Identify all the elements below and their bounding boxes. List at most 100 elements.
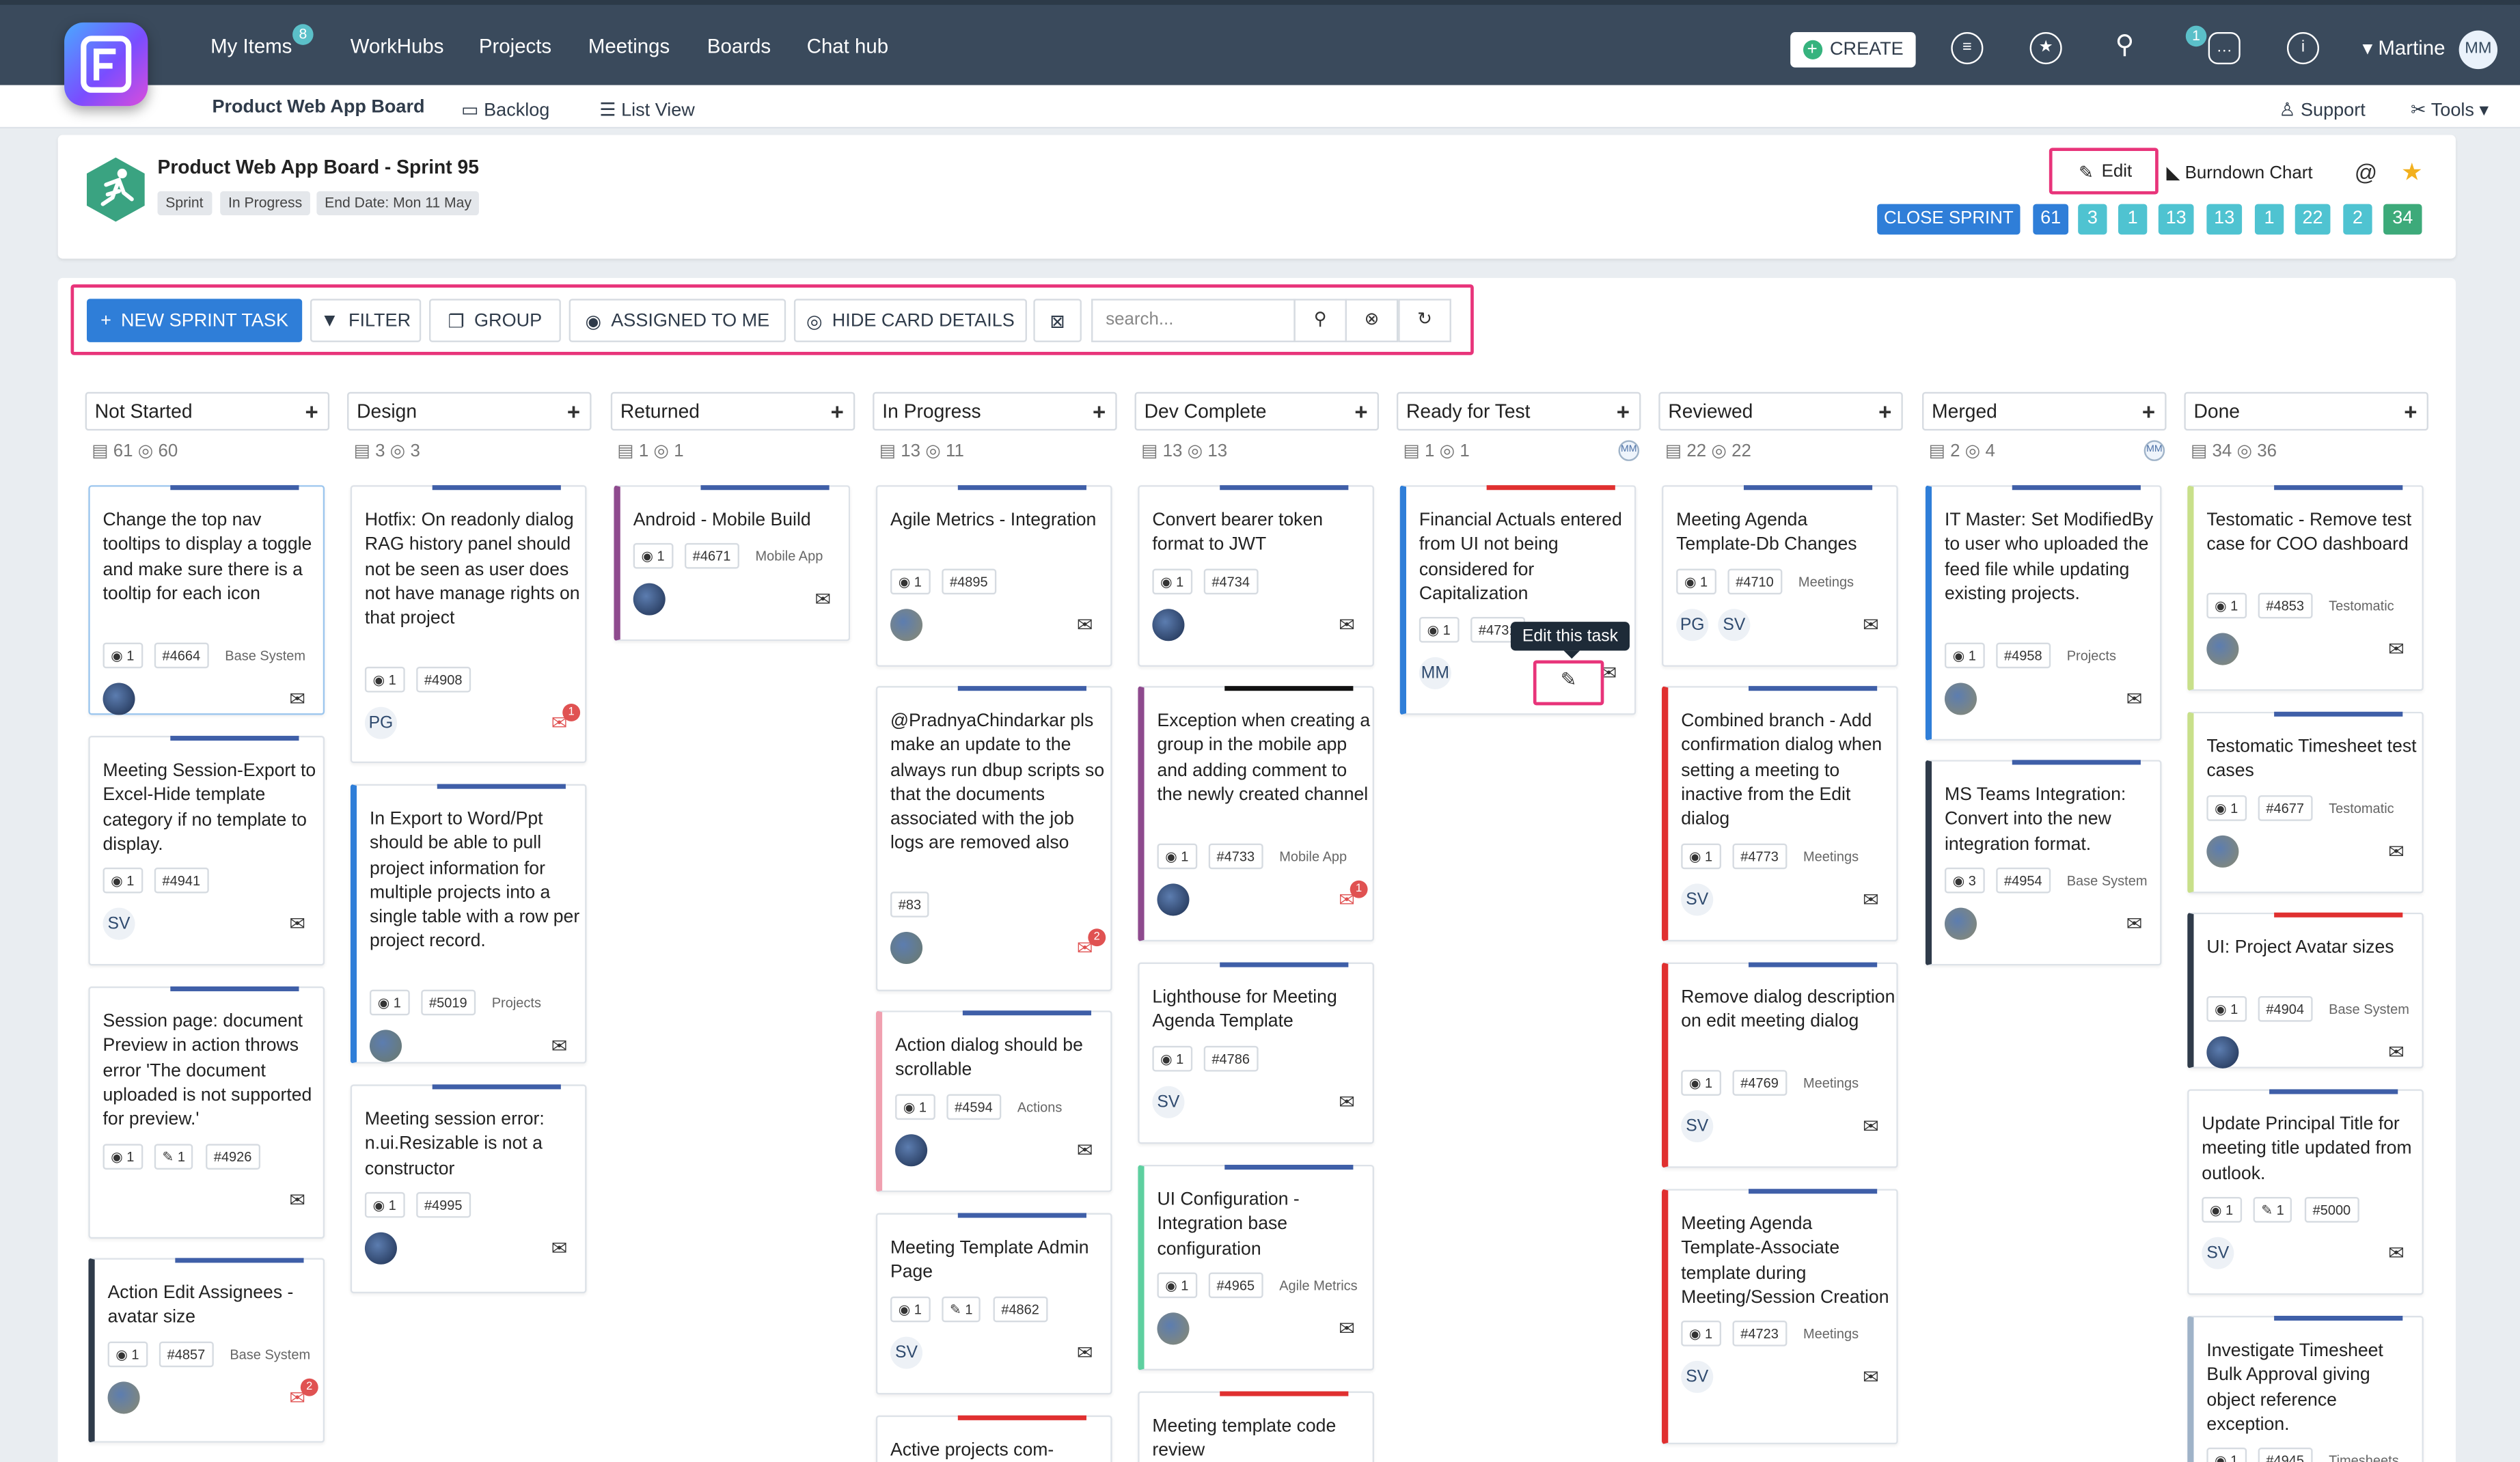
nav-projects[interactable]: Projects: [479, 36, 551, 58]
column-owner-avatar[interactable]: MM: [2144, 440, 2165, 461]
task-id-chip[interactable]: #4773: [1732, 842, 1787, 869]
assignee-avatar[interactable]: [1944, 682, 1977, 715]
card-title[interactable]: MS Teams Integration: Convert into the n…: [1945, 784, 2160, 858]
task-id-chip[interactable]: #4857: [159, 1340, 213, 1367]
assignee-avatar[interactable]: [107, 1381, 140, 1413]
add-task-plus-icon[interactable]: +: [1878, 394, 1891, 429]
card-title[interactable]: Financial Actuals entered from UI not be…: [1419, 509, 1634, 607]
task-card[interactable]: Combined branch - Add confirmation dialo…: [1662, 686, 1898, 942]
assignee-avatar[interactable]: [1944, 907, 1977, 940]
tools-menu[interactable]: ✂ Tools ▾: [2411, 98, 2489, 120]
card-title[interactable]: Remove dialog description on edit meetin…: [1681, 987, 1896, 1036]
status-count-badge[interactable]: 61: [2033, 204, 2069, 235]
task-id-chip[interactable]: #4965: [1208, 1272, 1263, 1298]
task-id-chip[interactable]: #4671: [684, 543, 739, 570]
status-count-badge[interactable]: 1: [2118, 204, 2148, 235]
card-title[interactable]: UI: Project Avatar sizes: [2206, 937, 2422, 961]
task-card[interactable]: Exception when creating a group in the m…: [1138, 686, 1374, 942]
assignee-avatar[interactable]: SV: [1681, 883, 1714, 915]
task-card[interactable]: Android - Mobile Build ◉ 1 #4671 Mobile App…: [614, 485, 851, 642]
create-button[interactable]: + CREATE: [1790, 32, 1916, 68]
card-title[interactable]: Agile Metrics - Integration: [890, 509, 1106, 534]
task-id-chip[interactable]: #5000: [2304, 1196, 2359, 1223]
timesheet-icon[interactable]: ≡: [1951, 32, 1984, 65]
task-id-chip[interactable]: #4786: [1203, 1045, 1258, 1071]
task-id-chip[interactable]: #4995: [416, 1191, 471, 1218]
assignee-avatar[interactable]: SV: [1152, 1085, 1185, 1118]
info-icon[interactable]: i: [2286, 32, 2319, 65]
status-count-badge[interactable]: 1: [2254, 204, 2284, 235]
comments-icon[interactable]: ✉: [284, 1188, 310, 1211]
add-task-plus-icon[interactable]: +: [831, 394, 844, 429]
user-menu[interactable]: ▾ Martine: [2362, 36, 2445, 59]
nav-workhubs[interactable]: WorkHubs: [351, 36, 444, 58]
add-task-plus-icon[interactable]: +: [305, 394, 318, 429]
comments-icon[interactable]: ✉: [1858, 887, 1884, 910]
status-count-badge[interactable]: 13: [2206, 204, 2243, 235]
task-id-chip[interactable]: #4733: [1208, 842, 1263, 869]
task-id-chip[interactable]: #4904: [2258, 995, 2312, 1021]
task-card[interactable]: IT Master: Set ModifiedBy to user who up…: [1925, 485, 2162, 741]
mention-icon[interactable]: @: [2355, 159, 2377, 185]
task-id-chip[interactable]: #4954: [1996, 867, 2051, 894]
card-title[interactable]: Meeting Agenda Template-Db Changes: [1676, 509, 1891, 558]
card-title[interactable]: Action dialog should be scrollable: [895, 1034, 1110, 1084]
card-title[interactable]: @PradnyaChindarkar pls make an update to…: [890, 710, 1106, 857]
nav-my-items[interactable]: My Items: [210, 36, 292, 58]
task-card[interactable]: Agile Metrics - Integration ◉ 1 #4895 ✉: [875, 485, 1112, 667]
card-title[interactable]: Meeting template code review: [1152, 1416, 1367, 1462]
card-title[interactable]: IT Master: Set ModifiedBy to user who up…: [1945, 509, 2160, 607]
task-id-chip[interactable]: #4769: [1732, 1069, 1787, 1096]
comments-icon[interactable]: ✉: [547, 1035, 573, 1058]
assignee-avatar[interactable]: MM: [1419, 657, 1451, 690]
comments-icon[interactable]: ✉: [1858, 1115, 1884, 1137]
task-card[interactable]: UI: Project Avatar sizes ◉ 1 #4904 Base Sys…: [2187, 912, 2424, 1068]
task-card[interactable]: Active projects com-: [875, 1415, 1112, 1462]
assignee-avatar[interactable]: SV: [1718, 608, 1751, 641]
task-card[interactable]: UI Configuration - Integration base conf…: [1138, 1164, 1374, 1370]
task-card[interactable]: Update Principal Title for meeting title…: [2187, 1089, 2424, 1295]
add-task-plus-icon[interactable]: +: [2404, 394, 2417, 429]
task-card[interactable]: Change the top nav tooltips to display a…: [88, 485, 325, 715]
comments-icon[interactable]: ✉: [1072, 1341, 1098, 1364]
comments-icon[interactable]: ✉: [1072, 613, 1098, 635]
card-title[interactable]: Change the top nav tooltips to display a…: [103, 509, 318, 607]
status-count-badge[interactable]: 34: [2383, 204, 2422, 235]
card-title[interactable]: Meeting session error: n.ui.Resizable is…: [365, 1109, 580, 1183]
comments-icon[interactable]: ✉: [1858, 1366, 1884, 1388]
status-count-badge[interactable]: 13: [2158, 204, 2194, 235]
task-card[interactable]: Meeting Agenda Template-Db Changes ◉ 1 #47…: [1662, 485, 1898, 667]
task-id-chip[interactable]: #4958: [1996, 642, 2051, 668]
task-card[interactable]: Testomatic Timesheet test cases ◉ 1 #4677 T…: [2187, 711, 2424, 894]
task-id-chip[interactable]: #4677: [2258, 795, 2312, 820]
card-title[interactable]: Exception when creating a group in the m…: [1157, 710, 1372, 808]
comments-icon[interactable]: ✉: [1334, 1090, 1360, 1113]
burndown-chart-link[interactable]: ◣ Burndown Chart: [2167, 163, 2313, 183]
task-card[interactable]: Investigate Timesheet Bulk Approval givi…: [2187, 1316, 2424, 1462]
user-avatar[interactable]: MM: [2459, 30, 2498, 70]
assignee-avatar[interactable]: [2206, 834, 2239, 867]
task-id-chip[interactable]: #4710: [1727, 568, 1782, 594]
assignee-avatar[interactable]: [102, 682, 135, 715]
task-id-chip[interactable]: #4908: [416, 666, 471, 693]
chat-bubbles-icon[interactable]: …: [2208, 32, 2241, 65]
card-title[interactable]: Session page: document Preview in action…: [103, 1010, 318, 1133]
card-title[interactable]: Meeting Agenda Template-Associate templa…: [1681, 1213, 1896, 1311]
comments-icon[interactable]: ✉: [547, 1237, 573, 1260]
comments-icon[interactable]: ✉: [284, 913, 310, 935]
task-id-chip[interactable]: #4594: [946, 1093, 1001, 1120]
comments-icon[interactable]: ✉: [284, 687, 310, 709]
card-title[interactable]: Meeting Template Admin Page: [890, 1237, 1106, 1286]
assignee-avatar[interactable]: [1152, 608, 1185, 641]
card-title[interactable]: Convert bearer token format to JWT: [1152, 509, 1367, 558]
nav-boards[interactable]: Boards: [707, 36, 771, 58]
app-logo[interactable]: [64, 22, 148, 107]
assignee-avatar[interactable]: [890, 932, 923, 965]
backlog-link[interactable]: ▭ Backlog: [461, 98, 549, 120]
task-card[interactable]: @PradnyaChindarkar pls make an update to…: [875, 686, 1112, 991]
comments-icon[interactable]: ✉: [810, 588, 836, 611]
assignee-avatar[interactable]: [895, 1133, 928, 1166]
task-id-chip[interactable]: #4945: [2258, 1448, 2312, 1462]
assignee-avatar[interactable]: SV: [1681, 1109, 1714, 1142]
task-card[interactable]: Remove dialog description on edit meetin…: [1662, 962, 1898, 1168]
